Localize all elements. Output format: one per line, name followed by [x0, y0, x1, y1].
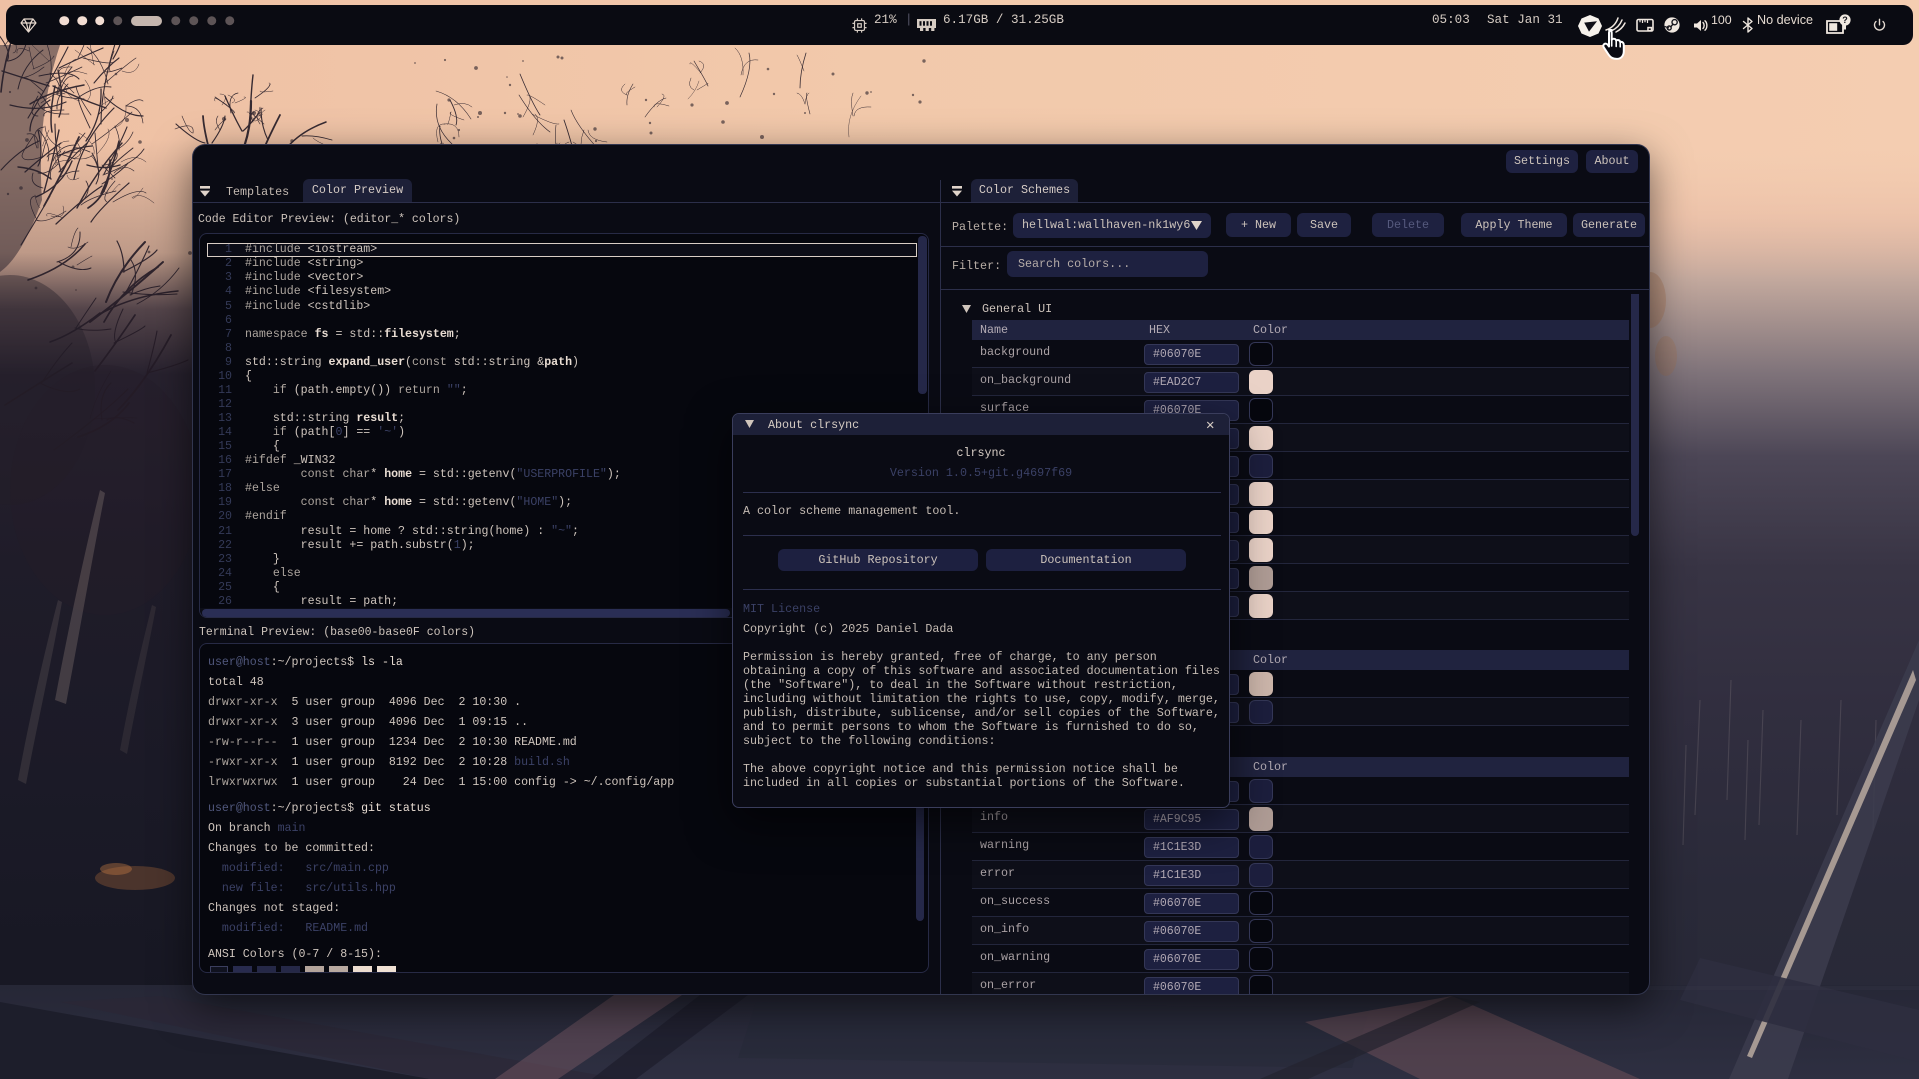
svg-text:?: ? [1842, 15, 1848, 25]
